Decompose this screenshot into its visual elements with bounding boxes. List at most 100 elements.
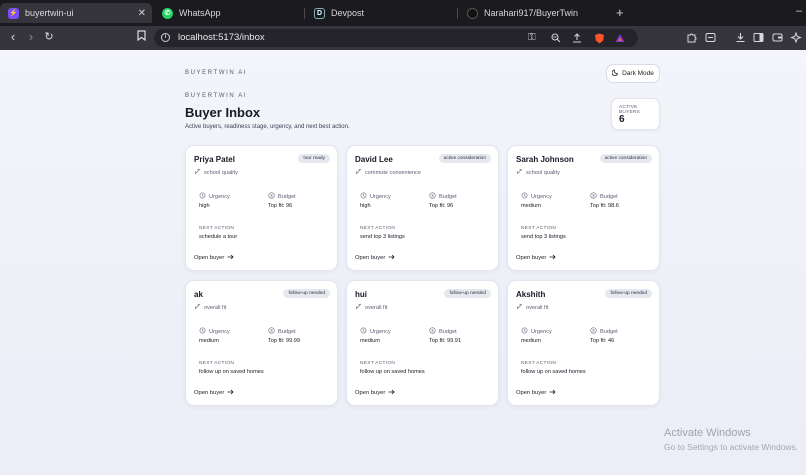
buyer-focus: commute convenience (355, 168, 421, 177)
dollar-icon: $ (268, 192, 275, 201)
open-buyer-label: Open buyer (516, 255, 547, 261)
open-buyer-link[interactable]: Open buyer (516, 254, 556, 262)
open-buyer-link[interactable]: Open buyer (194, 254, 234, 262)
clock-icon (199, 192, 206, 201)
whatsapp-favicon-icon: ✆ (162, 7, 173, 19)
buyer-card[interactable]: hui follow-up needed overall fit Urgency med… (346, 280, 499, 406)
wallet-panel-icon[interactable] (705, 32, 716, 47)
buyer-focus: overall fit (355, 303, 387, 312)
new-tab-button[interactable]: + (616, 5, 624, 20)
next-action-label: NEXT ACTION (521, 361, 557, 366)
key-icon[interactable]: ⚿ (528, 33, 536, 43)
top-fit-value: Top fit: 96 (429, 203, 454, 209)
open-buyer-label: Open buyer (516, 390, 547, 396)
clock-icon (521, 327, 528, 336)
top-fit-value: Top fit: 99.91 (429, 338, 462, 344)
dollar-icon: $ (429, 327, 436, 336)
sidebar-toggle-icon[interactable] (753, 32, 764, 47)
buyer-card[interactable]: David Lee active consideration commute con… (346, 145, 499, 271)
top-fit-value: Top fit: 99.99 (268, 338, 301, 344)
budget-label-text: Budget (600, 328, 618, 335)
open-buyer-link[interactable]: Open buyer (355, 254, 395, 262)
buyer-focus: school quality (516, 168, 560, 177)
urgency-label-text: Urgency (531, 328, 552, 335)
wallet-icon[interactable] (772, 32, 783, 47)
sparkle-icon (194, 168, 201, 177)
tab-separator (304, 8, 305, 19)
close-tab-icon[interactable]: ✕ (138, 8, 146, 19)
window-minimize-button[interactable]: – (796, 5, 802, 17)
focus-text: school quality (204, 169, 238, 176)
budget-label-text: Budget (439, 328, 457, 335)
buyer-card[interactable]: ak follow-up needed overall fit Urgency medi… (185, 280, 338, 406)
open-buyer-label: Open buyer (355, 390, 386, 396)
urgency-value: medium (521, 203, 541, 209)
share-icon[interactable] (572, 33, 582, 46)
tab-github[interactable]: Narahari917/BuyerTwin (459, 3, 609, 23)
reload-icon[interactable]: ↻ (42, 30, 56, 44)
urgency-label-text: Urgency (370, 328, 391, 335)
buyer-card[interactable]: Akshith follow-up needed overall fit Urgenc… (507, 280, 660, 406)
open-buyer-label: Open buyer (194, 255, 225, 261)
focus-text: overall fit (365, 304, 388, 311)
buyer-card[interactable]: Priya Patel tour ready school quality Urgen… (185, 145, 338, 271)
urgency-label: Urgency (199, 327, 230, 336)
address-bar[interactable]: i localhost:5173/inbox ⚿ (154, 29, 638, 47)
dollar-icon: $ (590, 192, 597, 201)
focus-text: commute convenience (365, 169, 421, 176)
stage-badge: active consideration (438, 154, 491, 163)
extensions-icon[interactable] (686, 32, 697, 47)
stage-badge: follow-up needed (283, 289, 330, 298)
dark-mode-label: Dark Mode (622, 70, 654, 77)
dark-mode-button[interactable]: Dark Mode (606, 64, 660, 83)
focus-text: overall fit (526, 304, 549, 311)
urgency-label: Urgency (521, 192, 552, 201)
bookmark-icon[interactable] (134, 30, 148, 44)
next-action-label: NEXT ACTION (360, 361, 396, 366)
active-buyers-card: ACTIVE BUYERS 6 (611, 98, 660, 130)
app-page: BUYERTWIN AI Dark Mode BUYERTWIN AI Buye… (0, 50, 806, 475)
next-action-value: follow up on saved homes (199, 369, 264, 375)
next-action-label: NEXT ACTION (199, 226, 235, 231)
brave-shield-icon[interactable] (594, 33, 605, 47)
moon-icon (611, 69, 619, 78)
open-buyer-label: Open buyer (194, 390, 225, 396)
urgency-label-text: Urgency (209, 328, 230, 335)
next-action-value: schedule a tour (199, 234, 238, 240)
stage-badge: tour ready (298, 154, 330, 163)
buyer-card[interactable]: Sarah Johnson active consideration school … (507, 145, 660, 271)
site-info-icon[interactable]: i (161, 33, 170, 42)
active-buyers-count: 6 (619, 114, 625, 125)
activate-windows-title: Activate Windows (664, 427, 751, 439)
arrow-right-icon (227, 254, 234, 262)
leo-ai-icon[interactable] (790, 31, 802, 47)
urgency-label: Urgency (360, 192, 391, 201)
tab-buyertwin-ui[interactable]: ⚡ buyertwin-ui ✕ (0, 3, 152, 23)
zoom-icon[interactable] (551, 33, 561, 46)
tab-title: Narahari917/BuyerTwin (484, 8, 579, 18)
open-buyer-link[interactable]: Open buyer (194, 389, 234, 397)
budget-label-text: Budget (600, 193, 618, 200)
tab-separator (457, 8, 458, 19)
forward-icon[interactable]: › (24, 30, 38, 44)
brave-rewards-icon[interactable] (615, 33, 625, 46)
arrow-right-icon (388, 254, 395, 262)
svg-text:$: $ (270, 328, 273, 333)
clock-icon (360, 327, 367, 336)
focus-text: overall fit (204, 304, 227, 311)
top-fit-value: Top fit: 98.6 (590, 203, 619, 209)
url-text[interactable]: localhost:5173/inbox (178, 32, 265, 43)
urgency-value: high (199, 203, 210, 209)
back-icon[interactable]: ‹ (6, 30, 20, 44)
open-buyer-link[interactable]: Open buyer (516, 389, 556, 397)
dollar-icon: $ (268, 327, 275, 336)
tab-whatsapp[interactable]: ✆ WhatsApp (154, 3, 294, 23)
urgency-value: medium (360, 338, 380, 344)
urgency-value: medium (521, 338, 541, 344)
open-buyer-link[interactable]: Open buyer (355, 389, 395, 397)
arrow-right-icon (549, 389, 556, 397)
next-action-value: send top 3 listings (521, 234, 566, 240)
page-title: Buyer Inbox (185, 105, 261, 120)
tab-devpost[interactable]: D Devpost (306, 3, 446, 23)
download-icon[interactable] (735, 32, 746, 47)
